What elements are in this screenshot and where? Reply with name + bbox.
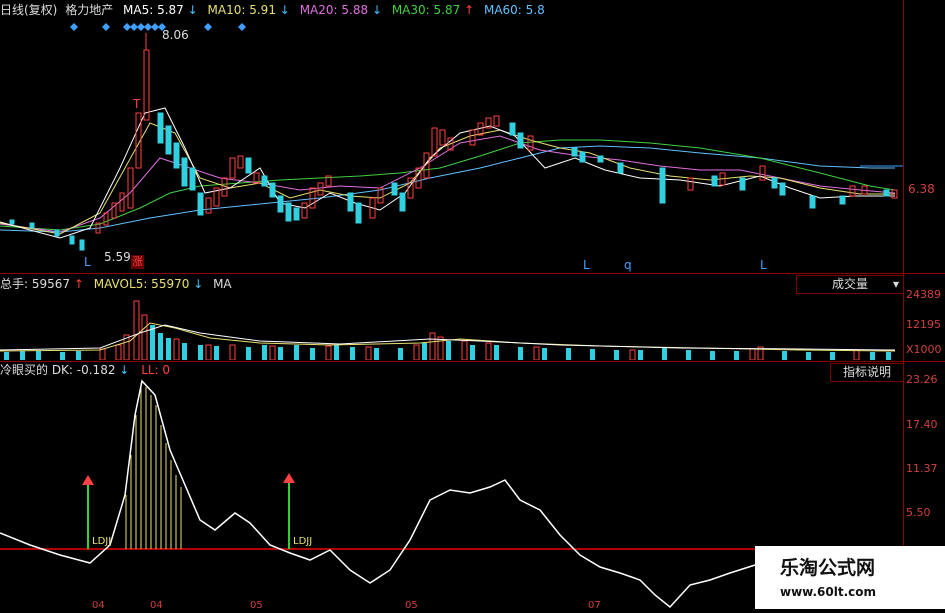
candles-up <box>95 33 898 234</box>
chevron-down-icon: ▾ <box>892 277 899 291</box>
indicator-axis-2: 17.40 <box>906 418 938 431</box>
volume-indicator-select[interactable]: 成交量 ▾ <box>796 275 904 294</box>
volume-indicator-label: 成交量 <box>831 277 868 291</box>
volume-indicator-divider <box>0 361 945 362</box>
total-volume-arrow: ↑ <box>73 277 84 291</box>
ma5-label: MA5: 5.87 ↓ <box>123 3 198 17</box>
fan-lines <box>125 383 182 549</box>
volume-chart <box>0 300 896 360</box>
ma5-line <box>0 107 895 239</box>
watermark-url: www.60lt.com <box>780 585 877 599</box>
ma20-label: MA20: 5.88 ↓ <box>299 3 382 17</box>
mavol5-label: MAVOL5: 55970 <box>93 277 190 291</box>
marker-q: q <box>624 258 632 272</box>
x-tick-2: 04 <box>150 600 163 611</box>
ma30-label: MA30: 5.87 ↑ <box>391 3 475 17</box>
ma-label: MA <box>213 277 232 291</box>
ma60-line <box>0 145 895 233</box>
candles-down <box>9 112 890 251</box>
marker-l-1: L <box>84 255 91 269</box>
ldjj-label-2: LDJJ <box>293 536 313 547</box>
indicator-axis-1: 23.26 <box>906 373 938 386</box>
x-tick-3: 05 <box>250 600 263 611</box>
period-label: 日线(复权) <box>0 3 58 17</box>
indicator-axis-3: 11.37 <box>906 462 938 475</box>
indicator-axis-4: 5.50 <box>906 506 931 519</box>
chart-header: 日线(复权) 格力地产 MA5: 5.87 ↓ MA10: 5.91 ↓ MA2… <box>0 3 545 17</box>
price-axis-label: 6.38 <box>908 182 935 196</box>
x-tick-1: 04 <box>92 600 105 611</box>
limit-up-badge: 涨 <box>131 255 144 269</box>
x-tick-5: 07 <box>588 600 601 611</box>
total-volume-label: 总手: 59567 <box>0 277 71 291</box>
price-volume-divider <box>0 273 945 274</box>
price-chart <box>0 23 903 251</box>
volume-bars-up <box>99 300 860 360</box>
signal-diamonds <box>70 23 246 31</box>
watermark-title: 乐淘公式网 <box>780 557 876 579</box>
mavol5-arrow: ↓ <box>193 277 204 291</box>
ma30-line <box>0 139 896 231</box>
volume-axis-unit: X1000 <box>906 343 942 356</box>
marker-t: T <box>133 97 141 111</box>
marker-l-2: L <box>583 258 590 272</box>
ma60-label: MA60: 5.8 <box>483 3 545 17</box>
stock-name: 格力地产 <box>65 3 114 17</box>
high-price-label: 8.06 <box>162 28 189 42</box>
low-price-label: 5.59 <box>104 250 131 264</box>
volume-axis-high: 24389 <box>906 288 941 301</box>
dk-line <box>0 379 756 609</box>
marker-l-3: L <box>760 258 767 272</box>
ma10-label: MA10: 5.91 ↓ <box>207 3 290 17</box>
x-tick-4: 05 <box>405 600 418 611</box>
right-axis-line <box>903 0 904 609</box>
ldjj-label-1: LDJJ <box>92 536 112 547</box>
volume-axis-mid: 12195 <box>906 318 941 331</box>
volume-header: 总手: 59567 ↑ MAVOL5: 55970 ↓ MA <box>0 277 232 291</box>
